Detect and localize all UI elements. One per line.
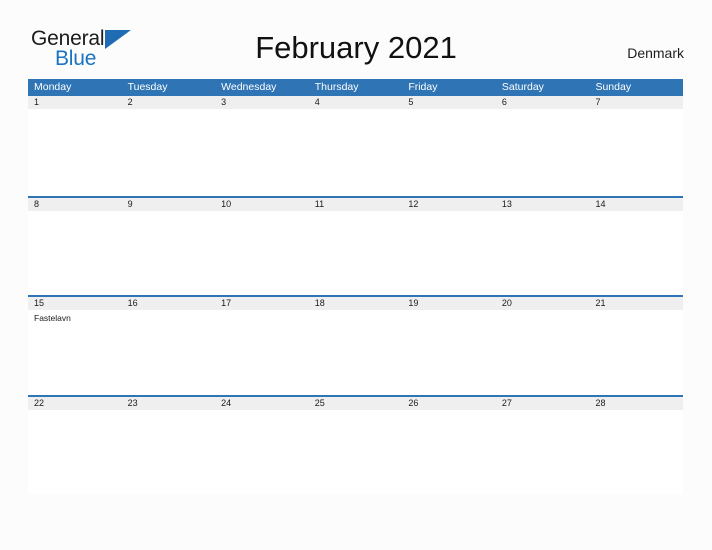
day-cell[interactable] [589, 109, 683, 193]
day-cell[interactable] [309, 310, 403, 394]
day-cell[interactable] [496, 410, 590, 494]
calendar-grid: Monday Tuesday Wednesday Thursday Friday… [28, 79, 683, 494]
day-number[interactable]: 7 [589, 96, 683, 109]
week-row: 8 9 10 11 12 13 14 [28, 195, 683, 295]
day-number[interactable]: 1 [28, 96, 122, 109]
page-title: February 2021 [255, 30, 457, 65]
weekday-header-saturday: Saturday [501, 81, 544, 93]
week-events-strip [28, 211, 683, 295]
country-label: Denmark [627, 45, 684, 61]
day-cell[interactable] [28, 410, 122, 494]
day-number[interactable]: 27 [496, 397, 590, 410]
day-number[interactable]: 16 [122, 297, 216, 310]
week-date-strip: 8 9 10 11 12 13 14 [28, 197, 683, 211]
day-cell[interactable] [215, 310, 309, 394]
day-number[interactable]: 26 [402, 397, 496, 410]
day-cell[interactable] [496, 109, 590, 193]
day-cell[interactable] [496, 310, 590, 394]
day-number[interactable]: 19 [402, 297, 496, 310]
day-cell[interactable] [215, 211, 309, 295]
day-cell[interactable] [402, 109, 496, 193]
weekday-header-row: Monday Tuesday Wednesday Thursday Friday… [28, 79, 683, 96]
day-number[interactable]: 11 [309, 198, 403, 211]
day-cell[interactable] [215, 109, 309, 193]
day-cell[interactable] [122, 310, 216, 394]
day-cell[interactable] [309, 410, 403, 494]
day-number[interactable]: 3 [215, 96, 309, 109]
page-header: General Blue February 2021 Denmark [0, 0, 712, 76]
day-cell[interactable] [309, 211, 403, 295]
day-number[interactable]: 4 [309, 96, 403, 109]
week-events-strip: Fastelavn [28, 310, 683, 394]
week-row: 1 2 3 4 5 6 7 [28, 96, 683, 196]
day-cell[interactable] [215, 410, 309, 494]
day-cell[interactable] [28, 211, 122, 295]
day-cell[interactable] [122, 211, 216, 295]
week-events-strip [28, 109, 683, 193]
day-number[interactable]: 21 [589, 297, 683, 310]
weekday-header-thursday: Thursday [314, 81, 359, 93]
day-cell[interactable] [589, 211, 683, 295]
day-number[interactable]: 10 [215, 198, 309, 211]
week-events-strip [28, 410, 683, 494]
calendar-page: General Blue February 2021 Denmark Monda… [0, 0, 712, 550]
weekday-header-sunday: Sunday [595, 81, 632, 93]
day-cell[interactable]: Fastelavn [28, 310, 122, 394]
day-number[interactable]: 28 [589, 397, 683, 410]
day-cell[interactable] [589, 310, 683, 394]
day-number[interactable]: 22 [28, 397, 122, 410]
day-number[interactable]: 13 [496, 198, 590, 211]
day-number[interactable]: 12 [402, 198, 496, 211]
week-date-strip: 1 2 3 4 5 6 7 [28, 96, 683, 109]
weekday-header-wednesday: Wednesday [221, 81, 277, 93]
day-number[interactable]: 23 [122, 397, 216, 410]
day-cell[interactable] [402, 310, 496, 394]
day-cell[interactable] [589, 410, 683, 494]
day-number[interactable]: 24 [215, 397, 309, 410]
day-number[interactable]: 17 [215, 297, 309, 310]
day-number[interactable]: 6 [496, 96, 590, 109]
day-cell[interactable] [28, 109, 122, 193]
weekday-header-friday: Friday [408, 81, 438, 93]
day-number[interactable]: 20 [496, 297, 590, 310]
week-row: 15 16 17 18 19 20 21 Fastelavn [28, 295, 683, 395]
day-number[interactable]: 15 [28, 297, 122, 310]
week-date-strip: 22 23 24 25 26 27 28 [28, 396, 683, 410]
day-cell[interactable] [402, 410, 496, 494]
day-number[interactable]: 5 [402, 96, 496, 109]
day-cell[interactable] [402, 211, 496, 295]
day-cell[interactable] [122, 109, 216, 193]
day-number[interactable]: 9 [122, 198, 216, 211]
day-number[interactable]: 18 [309, 297, 403, 310]
week-row: 22 23 24 25 26 27 28 [28, 394, 683, 494]
weekday-header-tuesday: Tuesday [127, 81, 168, 93]
day-number[interactable]: 2 [122, 96, 216, 109]
day-number[interactable]: 14 [589, 198, 683, 211]
day-cell[interactable] [309, 109, 403, 193]
day-cell[interactable] [496, 211, 590, 295]
day-event-text: Fastelavn [34, 313, 71, 323]
day-number[interactable]: 25 [309, 397, 403, 410]
weekday-header-monday: Monday [34, 81, 72, 93]
day-cell[interactable] [122, 410, 216, 494]
week-date-strip: 15 16 17 18 19 20 21 [28, 297, 683, 310]
day-number[interactable]: 8 [28, 198, 122, 211]
